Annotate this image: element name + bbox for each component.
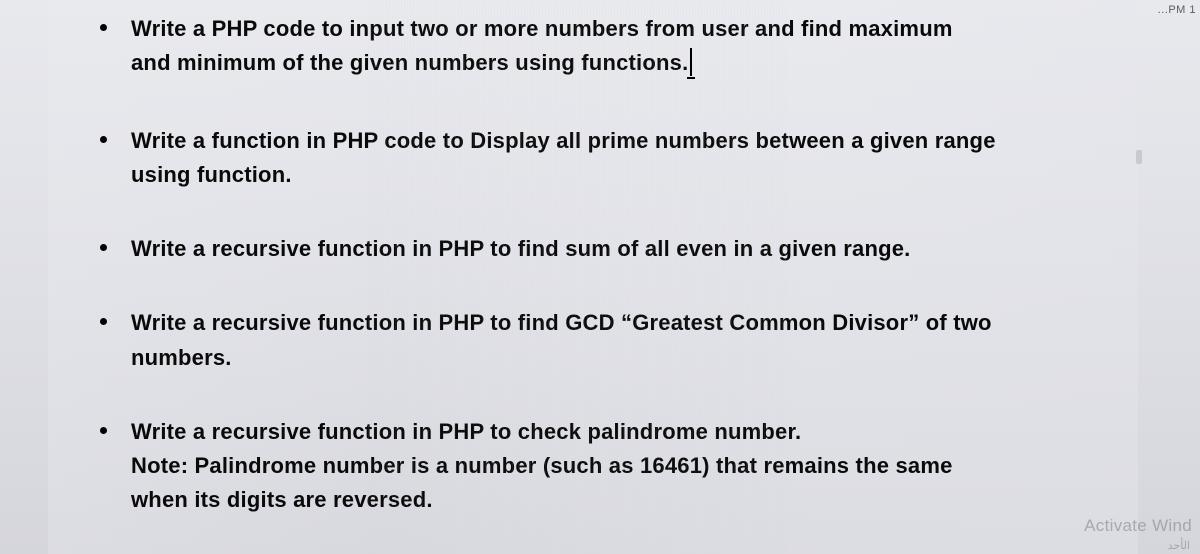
item-main-text: Write a PHP code to input two or more nu… bbox=[131, 16, 953, 75]
activate-windows-watermark: Activate Wind bbox=[1084, 516, 1192, 536]
corner-timestamp: ...PM 1 bbox=[1158, 4, 1196, 16]
bottom-locale-tag: الأحد bbox=[1168, 539, 1190, 552]
item-main-text: Write a recursive function in PHP to fin… bbox=[131, 236, 910, 261]
list-item: Write a recursive function in PHP to che… bbox=[100, 415, 998, 517]
list-item-text[interactable]: Write a function in PHP code to Display … bbox=[131, 124, 998, 192]
bullet-icon bbox=[100, 318, 107, 325]
list-item-text[interactable]: Write a recursive function in PHP to che… bbox=[131, 415, 998, 517]
item-main-text: Write a recursive function in PHP to che… bbox=[131, 419, 801, 444]
text-cursor-icon bbox=[690, 48, 692, 76]
list-item: Write a recursive function in PHP to fin… bbox=[100, 306, 998, 374]
list-item-text[interactable]: Write a recursive function in PHP to fin… bbox=[131, 232, 910, 266]
list-item-text[interactable]: Write a recursive function in PHP to fin… bbox=[131, 306, 998, 374]
item-note-text: Note: Palindrome number is a number (suc… bbox=[131, 449, 998, 517]
scrollbar-thumb[interactable] bbox=[1136, 150, 1142, 164]
item-main-text: Write a function in PHP code to Display … bbox=[131, 128, 996, 187]
list-item: Write a recursive function in PHP to fin… bbox=[100, 232, 998, 266]
list-item: Write a function in PHP code to Display … bbox=[100, 124, 998, 192]
bullet-icon bbox=[100, 136, 107, 143]
bullet-icon bbox=[100, 244, 107, 251]
list-item: Write a PHP code to input two or more nu… bbox=[100, 12, 998, 80]
item-main-text: Write a recursive function in PHP to fin… bbox=[131, 310, 992, 369]
bullet-list: Write a PHP code to input two or more nu… bbox=[48, 12, 1138, 517]
bullet-icon bbox=[100, 427, 107, 434]
list-item-text[interactable]: Write a PHP code to input two or more nu… bbox=[131, 12, 998, 80]
bullet-icon bbox=[100, 24, 107, 31]
document-surface: Write a PHP code to input two or more nu… bbox=[48, 0, 1138, 554]
